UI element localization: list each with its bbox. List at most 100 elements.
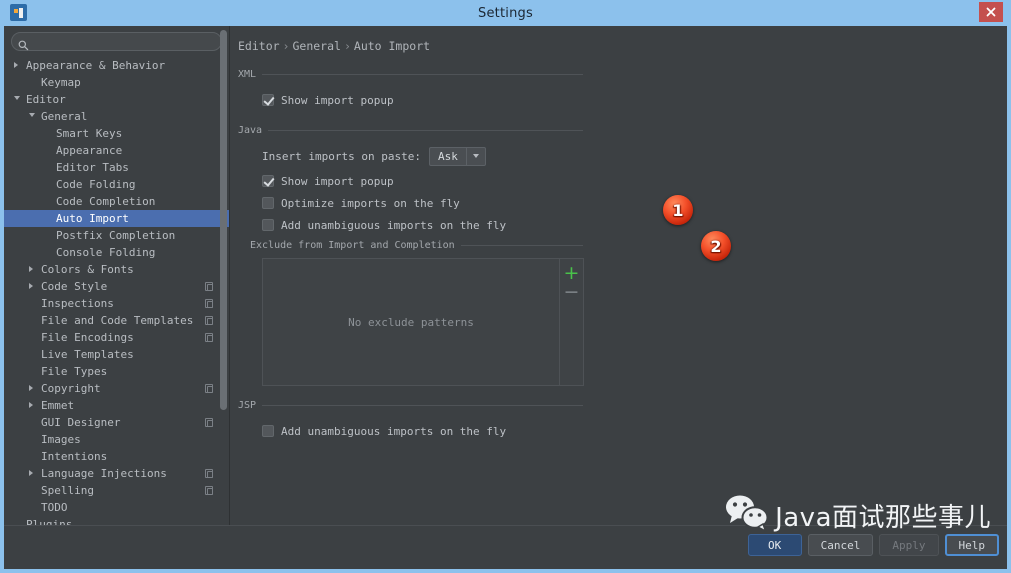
- breadcrumb-item-general[interactable]: General: [292, 39, 340, 53]
- sidebar-item-colors-fonts[interactable]: Colors & Fonts: [4, 261, 229, 278]
- help-button[interactable]: Help: [944, 534, 999, 556]
- sidebar-item-label: Console Folding: [56, 246, 156, 259]
- sidebar-item-label: Code Style: [41, 280, 108, 293]
- search-input-field[interactable]: [32, 35, 221, 48]
- checkbox-optimize-imports-on-the-fly[interactable]: Optimize imports on the fly: [262, 192, 1007, 214]
- sidebar-item-label: Editor: [26, 93, 66, 106]
- copy-settings-icon[interactable]: [205, 333, 213, 342]
- chevron-right-icon[interactable]: [29, 385, 33, 391]
- sidebar-item-keymap[interactable]: Keymap: [4, 74, 229, 91]
- chevron-down-icon[interactable]: [467, 148, 485, 165]
- sidebar-item-emmet[interactable]: Emmet: [4, 397, 229, 414]
- chevron-right-icon[interactable]: [29, 283, 33, 289]
- sidebar-item-todo[interactable]: TODO: [4, 499, 229, 516]
- ok-button[interactable]: OK: [747, 534, 802, 556]
- breadcrumb-item-editor[interactable]: Editor: [238, 39, 280, 53]
- checkbox-java-show-import-popup[interactable]: Show import popup: [262, 170, 1007, 192]
- copy-settings-icon[interactable]: [205, 282, 213, 291]
- sidebar-item-editor[interactable]: Editor: [4, 91, 229, 108]
- group-jsp-body: Add unambiguous imports on the fly: [238, 412, 1007, 452]
- sidebar-item-images[interactable]: Images: [4, 431, 229, 448]
- sidebar-item-language-injections[interactable]: Language Injections: [4, 465, 229, 482]
- sidebar-item-copyright[interactable]: Copyright: [4, 380, 229, 397]
- sidebar-item-live-templates[interactable]: Live Templates: [4, 346, 229, 363]
- sidebar-item-label: Code Folding: [56, 178, 136, 191]
- checkbox-xml-show-import-popup[interactable]: Show import popup: [262, 89, 1007, 111]
- group-xml-title: XML: [238, 68, 257, 80]
- sidebar-item-smart-keys[interactable]: Smart Keys: [4, 125, 229, 142]
- sidebar-item-console-folding[interactable]: Console Folding: [4, 244, 229, 261]
- sidebar-item-file-and-code-templates[interactable]: File and Code Templates: [4, 312, 229, 329]
- checkbox-jsp-add-unambiguous-imports[interactable]: Add unambiguous imports on the fly: [262, 420, 1007, 442]
- sidebar-item-auto-import[interactable]: Auto Import: [4, 210, 229, 227]
- checkbox-box[interactable]: [262, 425, 274, 437]
- intellij-idea-icon: [10, 4, 27, 21]
- close-icon[interactable]: [979, 2, 1003, 22]
- sidebar-item-appearance[interactable]: Appearance: [4, 142, 229, 159]
- sidebar-item-label: TODO: [41, 501, 68, 514]
- sidebar-item-label: Auto Import: [56, 212, 129, 225]
- search-icon: [18, 36, 29, 55]
- sidebar-item-label: General: [41, 110, 88, 123]
- sidebar-item-gui-designer[interactable]: GUI Designer: [4, 414, 229, 431]
- chevron-right-icon[interactable]: [29, 470, 33, 476]
- group-java-title: Java: [238, 124, 263, 136]
- sidebar-item-label: Intentions: [41, 450, 108, 463]
- settings-main-pane: Editor › General › Auto Import XML Show impo…: [230, 26, 1007, 569]
- checkbox-box[interactable]: [262, 219, 274, 231]
- copy-settings-icon[interactable]: [205, 418, 213, 427]
- group-divider: [268, 129, 583, 131]
- sidebar-scrollbar[interactable]: [220, 30, 227, 410]
- copy-settings-icon[interactable]: [205, 384, 213, 393]
- sidebar-item-code-style[interactable]: Code Style: [4, 278, 229, 295]
- chevron-right-icon[interactable]: [29, 266, 33, 272]
- search-input[interactable]: [11, 32, 222, 51]
- sidebar-item-file-encodings[interactable]: File Encodings: [4, 329, 229, 346]
- sidebar-item-label: File Types: [41, 365, 108, 378]
- exclude-patterns-list[interactable]: No exclude patterns: [263, 259, 559, 385]
- remove-pattern-icon: −: [563, 281, 580, 303]
- sidebar-item-appearance-behavior[interactable]: Appearance & Behavior: [4, 57, 229, 74]
- sidebar-item-label: Postfix Completion: [56, 229, 176, 242]
- checkbox-box[interactable]: [262, 94, 274, 106]
- checkbox-box[interactable]: [262, 175, 274, 187]
- checkbox-box[interactable]: [262, 197, 274, 209]
- chevron-down-icon[interactable]: [14, 96, 20, 100]
- chevron-right-icon[interactable]: [14, 62, 18, 68]
- row-insert-imports-on-paste: Insert imports on paste: Ask: [262, 145, 1007, 167]
- sidebar-item-general[interactable]: General: [4, 108, 229, 125]
- chevron-down-icon[interactable]: [29, 113, 35, 117]
- sidebar-item-label: Appearance & Behavior: [26, 59, 166, 72]
- cancel-button[interactable]: Cancel: [807, 534, 874, 556]
- chevron-right-icon[interactable]: [29, 402, 33, 408]
- copy-settings-icon[interactable]: [205, 469, 213, 478]
- sidebar-item-inspections[interactable]: Inspections: [4, 295, 229, 312]
- copy-settings-icon[interactable]: [205, 486, 213, 495]
- sidebar-item-file-types[interactable]: File Types: [4, 363, 229, 380]
- group-java: Java Insert imports on paste: Ask Show i…: [238, 123, 1007, 386]
- apply-button: Apply: [879, 534, 939, 556]
- sidebar-item-label: Language Injections: [41, 467, 167, 480]
- sidebar-item-label: Inspections: [41, 297, 114, 310]
- checkbox-add-unambiguous-imports-on-the-fly[interactable]: Add unambiguous imports on the fly: [262, 214, 1007, 236]
- sidebar-item-label: Spelling: [41, 484, 94, 497]
- sidebar-item-postfix-completion[interactable]: Postfix Completion: [4, 227, 229, 244]
- insert-imports-dropdown[interactable]: Ask: [428, 146, 486, 166]
- group-xml: XML Show import popup: [238, 67, 1007, 121]
- sidebar-item-code-folding[interactable]: Code Folding: [4, 176, 229, 193]
- checkbox-label: Show import popup: [281, 93, 394, 107]
- sidebar-item-label: Smart Keys: [56, 127, 123, 140]
- add-pattern-icon[interactable]: +: [564, 264, 580, 283]
- sidebar-item-editor-tabs[interactable]: Editor Tabs: [4, 159, 229, 176]
- dialog-body: Appearance & Behavior Keymap Editor General…: [4, 26, 1007, 569]
- group-xml-body: Show import popup: [238, 81, 1007, 121]
- sidebar-item-intentions[interactable]: Intentions: [4, 448, 229, 465]
- copy-settings-icon[interactable]: [205, 316, 213, 325]
- group-java-header: Java: [238, 123, 583, 137]
- sidebar-item-code-completion[interactable]: Code Completion: [4, 193, 229, 210]
- search-container: [4, 26, 229, 55]
- copy-settings-icon[interactable]: [205, 299, 213, 308]
- window-title: Settings: [478, 5, 533, 21]
- sidebar-item-label: Appearance: [56, 144, 123, 157]
- sidebar-item-spelling[interactable]: Spelling: [4, 482, 229, 499]
